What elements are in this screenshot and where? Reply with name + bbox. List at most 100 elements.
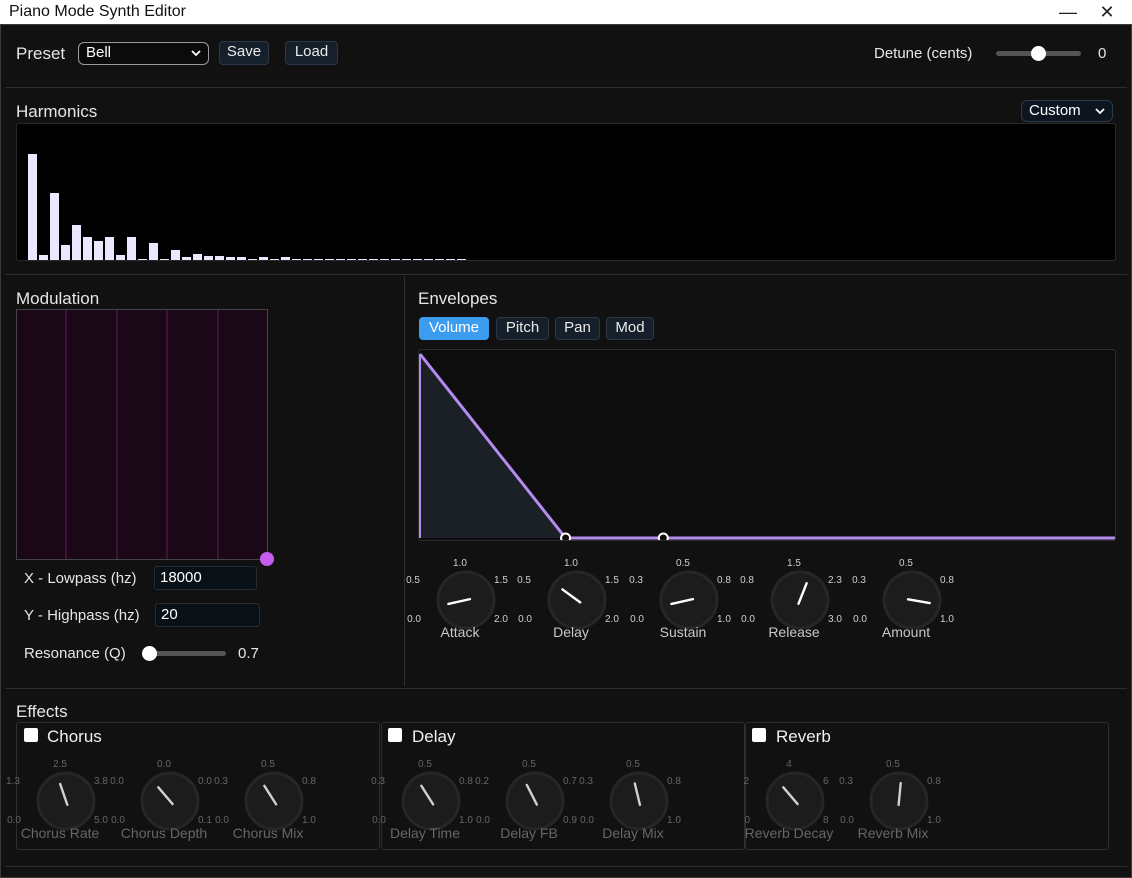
chorus-mix-knob[interactable]: 0.5 0.3 0.8 0.0 1.0 Chorus Mix (208, 759, 328, 849)
attack-knob[interactable]: 1.0 0.5 1.5 0.0 2.0 Attack (400, 558, 520, 648)
envelope-point-handle[interactable] (657, 532, 669, 542)
harmonic-bar[interactable] (204, 256, 213, 260)
harmonic-bar[interactable] (83, 237, 92, 260)
knob-tick-label: 0.8 (667, 776, 681, 787)
reverb-title: Reverb (776, 727, 831, 746)
reverb-mix-knob[interactable]: 0.5 0.3 0.8 0.0 1.0 Reverb Mix (833, 759, 953, 849)
harmonic-bar[interactable] (182, 257, 191, 260)
harmonics-title: Harmonics (16, 102, 98, 121)
resonance-slider-thumb[interactable] (142, 646, 157, 661)
knob-dial[interactable] (401, 771, 461, 831)
harmonic-bar[interactable] (160, 259, 169, 260)
knob-dial[interactable] (505, 771, 565, 831)
detune-value: 0 (1098, 45, 1107, 62)
tab-pan[interactable]: Pan (555, 317, 600, 340)
sustain-knob[interactable]: 0.5 0.3 0.8 0.0 1.0 Sustain (623, 558, 743, 648)
harmonic-bar[interactable] (259, 257, 268, 260)
harmonic-bar[interactable] (28, 154, 37, 260)
knob-dial[interactable] (882, 570, 942, 630)
chorus-rate-knob[interactable]: 2.5 1.3 3.8 0.0 5.0 Chorus Rate (0, 759, 120, 849)
pad-handle[interactable] (260, 552, 274, 566)
delay-fb-knob[interactable]: 0.5 0.2 0.7 0.0 0.9 Delay FB (469, 759, 589, 849)
harmonic-bar[interactable] (248, 259, 257, 260)
harmonic-bar[interactable] (61, 245, 70, 260)
knob-dial[interactable] (36, 771, 96, 831)
harmonic-bar[interactable] (457, 259, 466, 260)
tab-mod[interactable]: Mod (606, 317, 654, 340)
delay-time-knob[interactable]: 0.5 0.3 0.8 0.0 1.0 Delay Time (365, 759, 485, 849)
knob-dial[interactable] (765, 771, 825, 831)
envelope-graph[interactable] (418, 349, 1116, 541)
harmonic-bar[interactable] (39, 255, 48, 260)
reverb-decay-knob[interactable]: 4 2 6 0 8 Reverb Decay (729, 759, 849, 849)
harmonic-bar[interactable] (402, 259, 411, 260)
knob-dial[interactable] (609, 771, 669, 831)
harmonic-bar[interactable] (94, 241, 103, 260)
knob-dial[interactable] (436, 570, 496, 630)
harmonic-bar[interactable] (171, 250, 180, 260)
harmonic-bar[interactable] (435, 259, 444, 260)
load-button[interactable]: Load (285, 41, 338, 65)
envelope-curve[interactable] (419, 350, 1116, 541)
knob-dial[interactable] (869, 771, 929, 831)
delay-enable-checkbox[interactable] (388, 728, 402, 742)
y-highpass-input[interactable]: 20 (155, 603, 260, 627)
harmonic-bar[interactable] (50, 193, 59, 260)
harmonic-bar[interactable] (226, 257, 235, 260)
harmonic-bar[interactable] (127, 237, 136, 260)
harmonic-bar[interactable] (336, 259, 345, 260)
harmonic-bar[interactable] (358, 259, 367, 260)
modulation-xy-pad[interactable] (16, 309, 274, 566)
harmonic-bar[interactable] (215, 256, 224, 260)
x-lowpass-input[interactable]: 18000 (154, 566, 257, 590)
harmonic-bar[interactable] (105, 237, 114, 260)
envelope-point-handle[interactable] (560, 532, 572, 542)
tab-pitch[interactable]: Pitch (496, 317, 549, 340)
harmonic-bar[interactable] (270, 259, 279, 260)
detune-slider[interactable] (996, 44, 1081, 62)
harmonic-bar[interactable] (138, 259, 147, 260)
knob-label: Reverb Decay (744, 825, 834, 841)
knob-tick-label: 0.2 (475, 776, 489, 787)
harmonic-bar[interactable] (424, 259, 433, 260)
detune-slider-thumb[interactable] (1031, 46, 1046, 61)
harmonic-bar[interactable] (369, 259, 378, 260)
chorus-enable-checkbox[interactable] (24, 728, 38, 742)
preset-select[interactable]: Bell (78, 42, 209, 65)
knob-dial[interactable] (547, 570, 607, 630)
minimize-button[interactable]: — (1048, 0, 1088, 24)
harmonic-bar[interactable] (72, 225, 81, 260)
save-button[interactable]: Save (219, 41, 269, 65)
harmonics-graph[interactable] (16, 123, 1116, 261)
harmonic-bar[interactable] (314, 259, 323, 260)
harmonic-bar[interactable] (116, 255, 125, 260)
harmonic-bar[interactable] (325, 259, 334, 260)
chorus-depth-knob[interactable]: 0.0 0.0 0.0 0.0 0.1 Chorus Depth (104, 759, 224, 849)
knob-label: Chorus Mix (232, 825, 304, 841)
reverb-enable-checkbox[interactable] (752, 728, 766, 742)
harmonic-bar[interactable] (237, 257, 246, 260)
harmonic-bar[interactable] (281, 257, 290, 260)
knob-dial[interactable] (770, 570, 830, 630)
harmonic-bar[interactable] (347, 259, 356, 260)
harmonic-bar[interactable] (380, 259, 389, 260)
knob-dial[interactable] (659, 570, 719, 630)
resonance-slider[interactable] (142, 644, 226, 662)
delay-mix-knob[interactable]: 0.5 0.3 0.8 0.0 1.0 Delay Mix (573, 759, 693, 849)
knob-label: Amount (881, 624, 931, 640)
knob-dial[interactable] (140, 771, 200, 831)
tab-volume[interactable]: Volume (419, 317, 489, 340)
harmonic-bar[interactable] (303, 259, 312, 260)
harmonic-bar[interactable] (413, 259, 422, 260)
harmonics-mode-select[interactable]: Custom (1021, 100, 1113, 122)
knob-dial[interactable] (244, 771, 304, 831)
delay-knob[interactable]: 1.0 0.5 1.5 0.0 2.0 Delay (511, 558, 631, 648)
harmonic-bar[interactable] (193, 254, 202, 260)
close-button[interactable]: ✕ (1087, 0, 1127, 24)
harmonic-bar[interactable] (446, 259, 455, 260)
harmonic-bar[interactable] (292, 259, 301, 260)
release-knob[interactable]: 1.5 0.8 2.3 0.0 3.0 Release (734, 558, 854, 648)
amount-knob[interactable]: 0.5 0.3 0.8 0.0 1.0 Amount (846, 558, 966, 648)
harmonic-bar[interactable] (391, 259, 400, 260)
harmonic-bar[interactable] (149, 243, 158, 260)
